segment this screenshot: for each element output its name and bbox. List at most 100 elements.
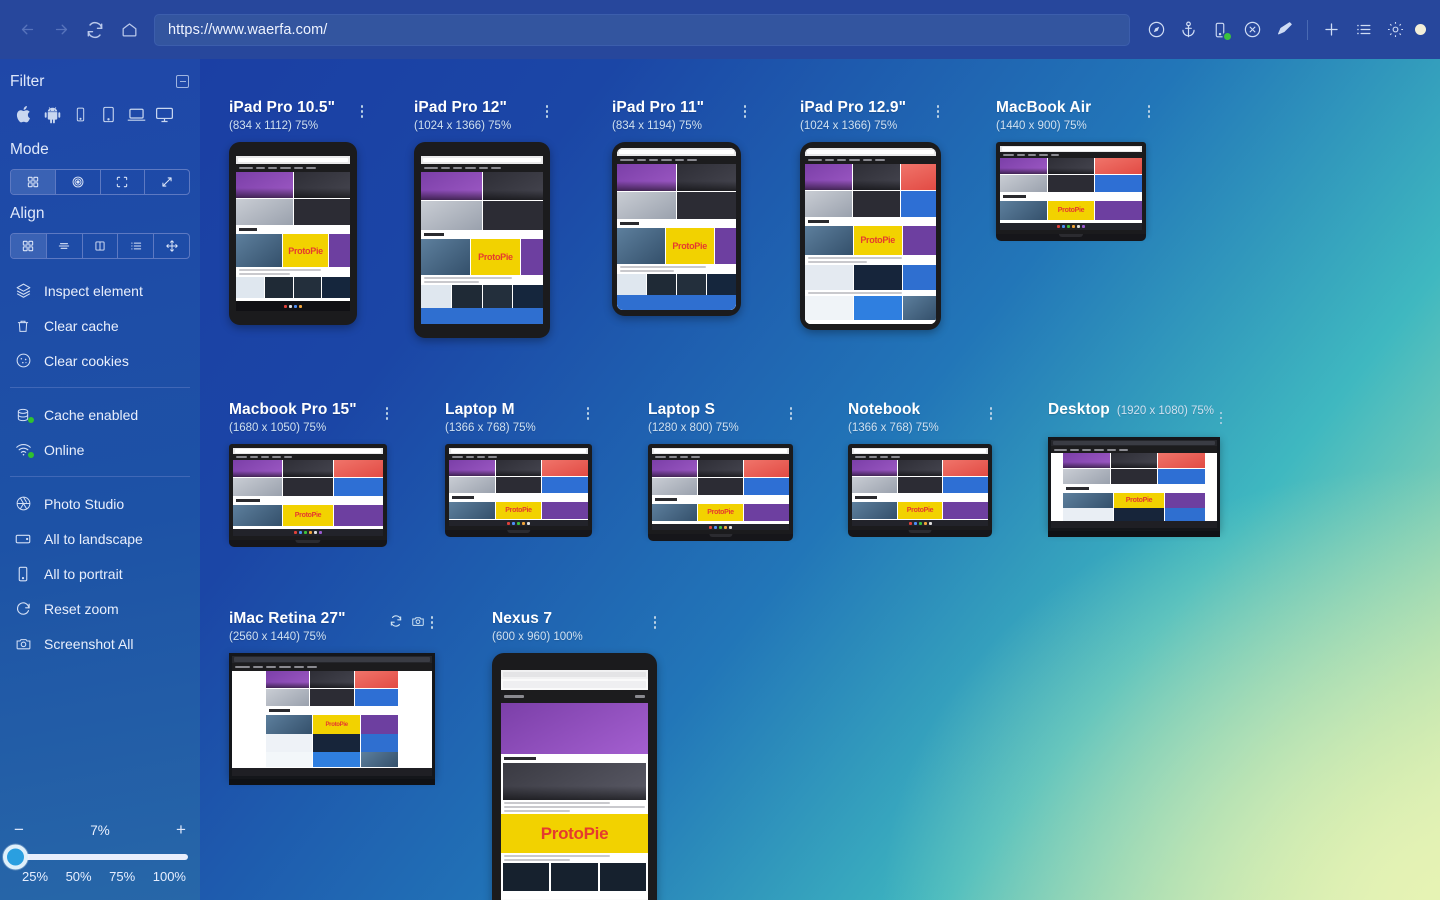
device-menu-icon[interactable] (355, 99, 369, 118)
device-card[interactable]: MacBook Air (1440 x 900) 75% ProtoPie (996, 99, 1156, 241)
anchor-icon[interactable] (1172, 14, 1204, 46)
sidebar-item-online[interactable]: Online (0, 432, 200, 467)
device-screen[interactable]: ProtoPie (652, 448, 789, 530)
sidebar-item-photo-studio[interactable]: Photo Studio (0, 486, 200, 521)
device-screen[interactable]: ProtoPie (233, 448, 383, 536)
device-menu-icon[interactable] (581, 401, 595, 420)
device-screen[interactable]: ProtoPie (1051, 440, 1217, 528)
sidebar-item-reset-zoom[interactable]: Reset zoom (0, 591, 200, 626)
desktop-icon[interactable] (150, 99, 178, 129)
device-card[interactable]: Laptop M (1366 x 768) 75% ProtoPie (445, 401, 595, 537)
phone-icon[interactable] (66, 99, 94, 129)
device-menu-icon[interactable] (648, 610, 662, 629)
site-preview: ProtoPie (1000, 146, 1142, 230)
align-center-button[interactable] (47, 234, 83, 258)
device-canvas[interactable]: iPad Pro 10.5" (834 x 1112) 75% ProtoPie… (200, 59, 1440, 900)
url-bar[interactable]: https://www.waerfa.com/ (154, 13, 1130, 46)
align-list-button[interactable] (118, 234, 155, 258)
zoom-out-button[interactable]: − (12, 820, 26, 840)
mode-grid-button[interactable] (11, 170, 56, 194)
zoom-value-label: 7% (90, 822, 110, 838)
zoom-tick[interactable]: 75% (109, 869, 135, 884)
device-menu-icon[interactable] (1142, 99, 1156, 118)
device-sync-icon[interactable] (1204, 14, 1236, 46)
device-title: Macbook Pro 15" (229, 401, 357, 418)
close-circle-icon[interactable] (1236, 14, 1268, 46)
sidebar-item-cache-enabled[interactable]: Cache enabled (0, 397, 200, 432)
device-card[interactable]: Laptop S (1280 x 800) 75% ProtoPie (648, 401, 798, 541)
device-spec: (1440 x 900) 75% (996, 120, 1087, 132)
zoom-tick[interactable]: 25% (22, 869, 48, 884)
camera-icon[interactable] (411, 614, 425, 633)
device-menu-icon[interactable] (931, 99, 945, 118)
collapse-icon[interactable] (176, 75, 189, 88)
device-menu-icon[interactable] (784, 401, 798, 420)
forward-button[interactable] (44, 13, 78, 47)
brush-icon[interactable] (1268, 14, 1300, 46)
zoom-slider-track[interactable] (3, 844, 188, 870)
home-button[interactable] (112, 13, 146, 47)
compass-icon[interactable] (1140, 14, 1172, 46)
sidebar-menu-actions: Photo Studio All to landscape All to por… (0, 486, 200, 661)
device-menu-icon[interactable] (380, 401, 394, 420)
sidebar-item-all-to-portrait[interactable]: All to portrait (0, 556, 200, 591)
device-screen[interactable]: ProtoPie (232, 656, 432, 776)
device-menu-icon[interactable] (425, 610, 439, 629)
sidebar-item-inspect-element[interactable]: Inspect element (0, 273, 200, 308)
device-card[interactable]: Notebook (1366 x 768) 75% ProtoPie (848, 401, 998, 537)
device-screen[interactable]: ProtoPie (617, 148, 736, 310)
mode-expand-button[interactable] (145, 170, 189, 194)
device-screen[interactable]: ProtoPie (805, 148, 936, 324)
sidebar-item-clear-cookies[interactable]: Clear cookies (0, 343, 200, 378)
align-columns-button[interactable] (83, 234, 119, 258)
list-icon[interactable] (1347, 14, 1379, 46)
site-preview: ProtoPie (1051, 440, 1217, 528)
device-menu-icon[interactable] (1214, 410, 1228, 424)
device-screen[interactable]: ProtoPie (501, 670, 648, 900)
device-menu-icon[interactable] (540, 99, 554, 118)
zoom-tick[interactable]: 50% (66, 869, 92, 884)
sidebar-item-clear-cache[interactable]: Clear cache (0, 308, 200, 343)
sidebar: Filter Mode Align Inspect element Clear … (0, 59, 200, 900)
zoom-slider-knob[interactable] (3, 844, 28, 870)
device-frame-laptop: ProtoPie (848, 444, 992, 537)
gear-icon[interactable] (1379, 14, 1411, 46)
mode-fullscreen-button[interactable] (101, 170, 146, 194)
apple-icon[interactable] (10, 99, 38, 129)
plus-icon[interactable] (1315, 14, 1347, 46)
device-menu-icon[interactable] (984, 401, 998, 420)
device-card[interactable]: Nexus 7 (600 x 960) 100% ProtoPie (492, 610, 662, 900)
device-card[interactable]: iPad Pro 11" (834 x 1194) 75% ProtoPie (612, 99, 752, 316)
align-free-button[interactable] (154, 234, 189, 258)
reload-button[interactable] (78, 13, 112, 47)
record-dot-icon[interactable] (1415, 24, 1426, 35)
device-card[interactable]: iMac Retina 27" (2560 x 1440) 75% ProtoP… (229, 610, 439, 785)
refresh-icon[interactable] (389, 614, 403, 633)
device-screen[interactable]: ProtoPie (449, 448, 588, 526)
device-frame-laptop: ProtoPie (648, 444, 793, 541)
device-card[interactable]: iPad Pro 12" (1024 x 1366) 75% ProtoPie (414, 99, 554, 338)
zoom-in-button[interactable]: + (174, 820, 188, 840)
device-screen[interactable]: ProtoPie (1000, 146, 1142, 230)
android-icon[interactable] (38, 99, 66, 129)
site-preview: ProtoPie (501, 670, 648, 900)
device-screen[interactable]: ProtoPie (852, 448, 988, 526)
device-card[interactable]: iPad Pro 10.5" (834 x 1112) 75% ProtoPie (229, 99, 369, 325)
mode-focus-button[interactable] (56, 170, 101, 194)
back-button[interactable] (10, 13, 44, 47)
sidebar-item-screenshot-all[interactable]: Screenshot All (0, 626, 200, 661)
device-card[interactable]: Macbook Pro 15" (1680 x 1050) 75% ProtoP… (229, 401, 394, 547)
device-menu-icon[interactable] (738, 99, 752, 118)
laptop-icon[interactable] (122, 99, 150, 129)
device-screen[interactable]: ProtoPie (236, 156, 350, 311)
tablet-icon[interactable] (94, 99, 122, 129)
align-grid-button[interactable] (11, 234, 47, 258)
device-card[interactable]: Desktop (1920 x 1080) 75% ProtoPie (1048, 401, 1228, 537)
zoom-tick[interactable]: 100% (153, 869, 186, 884)
sidebar-item-all-to-landscape[interactable]: All to landscape (0, 521, 200, 556)
site-preview: ProtoPie (233, 448, 383, 536)
device-screen[interactable]: ProtoPie (421, 156, 543, 324)
url-text: https://www.waerfa.com/ (168, 21, 328, 38)
sidebar-item-label: Clear cookies (44, 352, 129, 369)
device-card[interactable]: iPad Pro 12.9" (1024 x 1366) 75% ProtoPi… (800, 99, 945, 330)
